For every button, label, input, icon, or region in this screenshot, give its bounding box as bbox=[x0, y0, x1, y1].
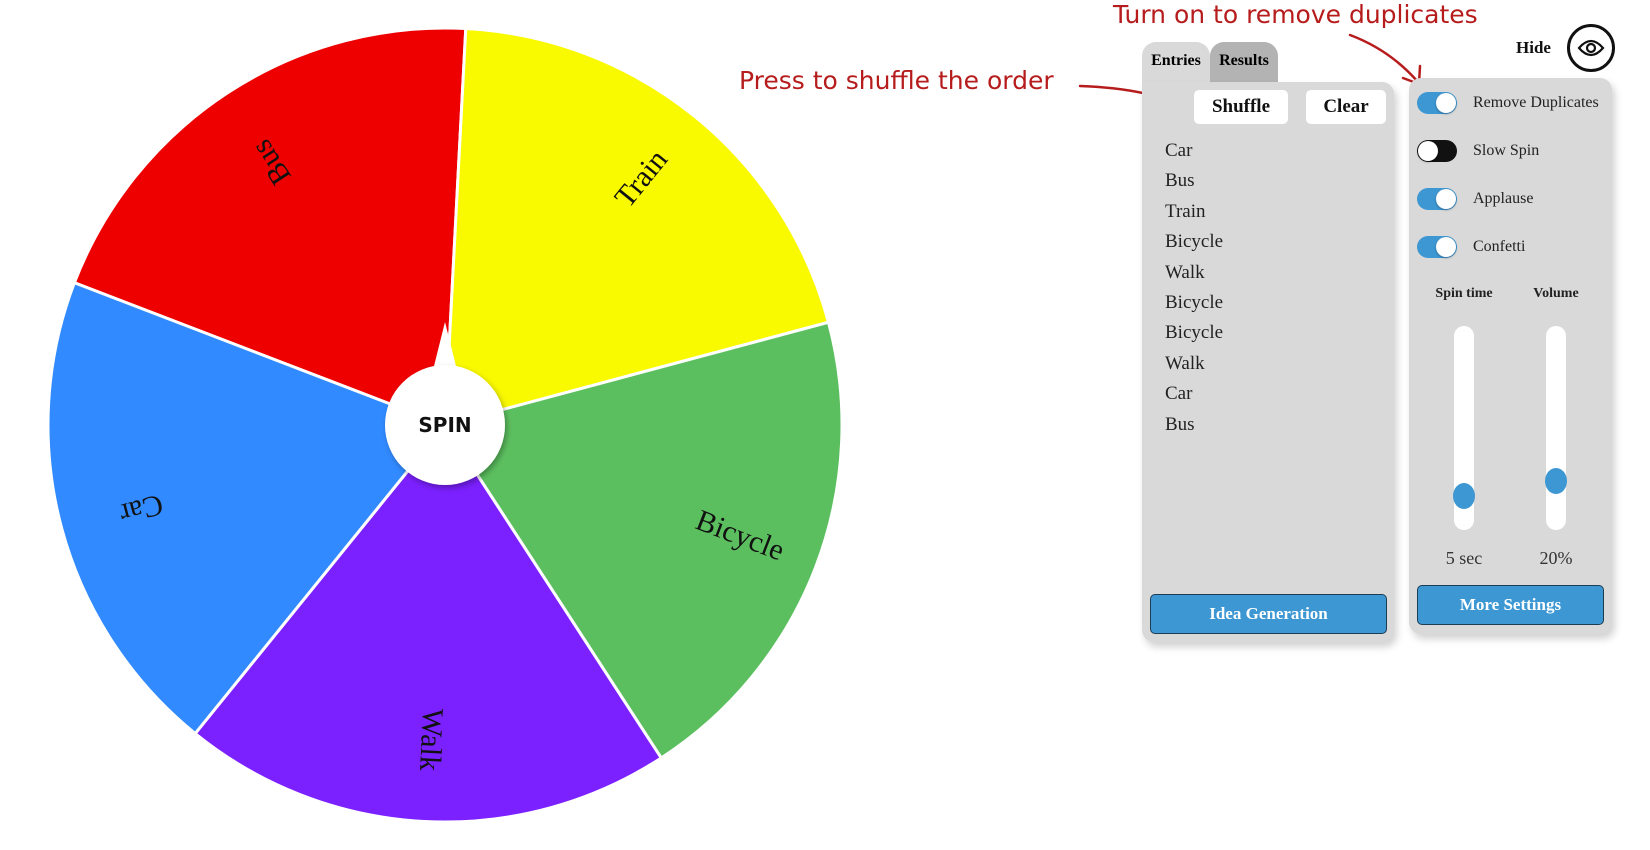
entry-item: Bicycle bbox=[1165, 291, 1224, 313]
hide-toggle-button[interactable] bbox=[1567, 24, 1615, 72]
shuffle-button[interactable]: Shuffle bbox=[1194, 90, 1288, 124]
applause-setting: Applause bbox=[1417, 186, 1533, 212]
duplicates-hint-annotation: Turn on to remove duplicates bbox=[1113, 0, 1478, 29]
remove-duplicates-label: Remove Duplicates bbox=[1473, 94, 1599, 111]
entry-item: Bus bbox=[1165, 170, 1195, 192]
slow-spin-label: Slow Spin bbox=[1473, 142, 1540, 159]
entries-panel: Shuffle Clear Car Bus Train Bicycle Walk Bicy… bbox=[1142, 82, 1394, 642]
remove-duplicates-setting: Remove Duplicates bbox=[1417, 90, 1599, 116]
volume-slider-thumb[interactable] bbox=[1545, 468, 1567, 495]
entry-item: Bus bbox=[1165, 413, 1195, 435]
settings-panel: Remove Duplicates Slow Spin Applause Con… bbox=[1409, 78, 1612, 634]
confetti-label: Confetti bbox=[1473, 238, 1526, 255]
entry-item: Walk bbox=[1165, 352, 1205, 374]
entry-item: Train bbox=[1165, 200, 1206, 222]
volume-value: 20% bbox=[1539, 548, 1573, 568]
spin-time-slider-thumb[interactable] bbox=[1453, 482, 1475, 509]
confetti-toggle[interactable] bbox=[1417, 236, 1457, 258]
entry-item: Car bbox=[1165, 140, 1193, 161]
slow-spin-toggle[interactable] bbox=[1417, 140, 1457, 162]
applause-label: Applause bbox=[1473, 190, 1534, 207]
volume-slider[interactable] bbox=[1545, 326, 1567, 530]
entries-list[interactable]: Car Bus Train Bicycle Walk Bicycle Bicycle Walk… bbox=[1165, 136, 1223, 440]
applause-toggle[interactable] bbox=[1417, 188, 1457, 210]
entry-item: Bicycle bbox=[1165, 231, 1224, 253]
volume-label: Volume bbox=[1533, 286, 1579, 301]
shuffle-hint-annotation: Press to shuffle the order bbox=[739, 66, 1054, 95]
entry-item: Car bbox=[1165, 383, 1193, 405]
spin-time-slider[interactable] bbox=[1453, 326, 1475, 530]
spin-time-value: 5 sec bbox=[1445, 548, 1483, 568]
idea-generation-button[interactable]: Idea Generation bbox=[1150, 594, 1387, 634]
confetti-setting: Confetti bbox=[1417, 234, 1525, 260]
hide-label: Hide bbox=[1516, 38, 1551, 57]
slow-spin-setting: Slow Spin bbox=[1417, 138, 1539, 164]
spin-time-label: Spin time bbox=[1435, 286, 1493, 301]
entry-item: Bicycle bbox=[1165, 322, 1224, 344]
entry-item: Walk bbox=[1165, 261, 1205, 283]
wheel-label-walk: Walk bbox=[413, 708, 449, 772]
clear-button[interactable]: Clear bbox=[1306, 90, 1386, 124]
spinner-wheel[interactable]: Bus TrainBicycleWalkCar SPIN bbox=[0, 0, 860, 850]
eye-icon bbox=[1577, 39, 1605, 57]
remove-duplicates-toggle[interactable] bbox=[1417, 92, 1457, 114]
spin-label: SPIN bbox=[418, 413, 471, 437]
more-settings-button[interactable]: More Settings bbox=[1417, 585, 1604, 625]
